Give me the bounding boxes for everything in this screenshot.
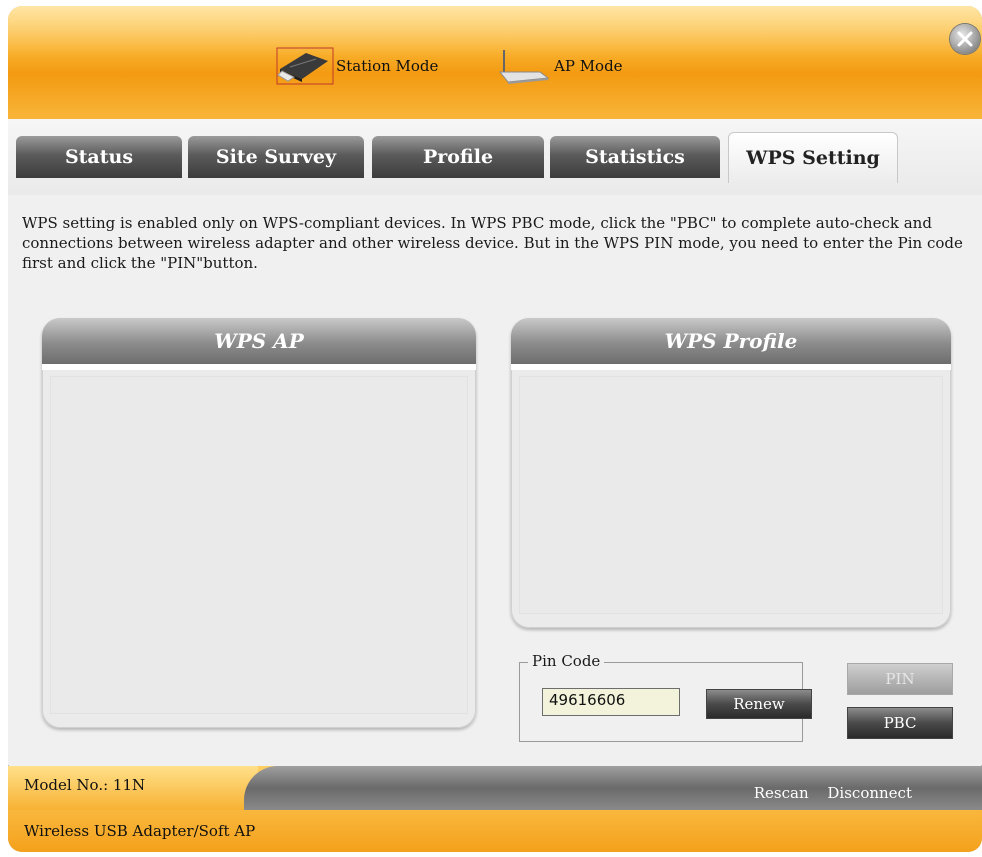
wps-utility-window: Station Mode AP Mode Status Site Survey … [8,6,982,852]
wps-description: WPS setting is enabled only on WPS-compl… [22,214,963,272]
status-footer: Model No.: 11N Rescan Disconnect Wireles… [8,766,982,852]
wps-ap-panel: WPS AP [42,318,476,728]
wps-ap-list[interactable] [50,376,468,714]
wps-profile-panel: WPS Profile [511,318,951,628]
tab-profile[interactable]: Profile [372,136,544,178]
tab-wps-setting[interactable]: WPS Setting [728,132,898,183]
station-mode-button[interactable]: Station Mode [276,47,439,85]
disconnect-link[interactable]: Disconnect [827,784,912,802]
renew-button[interactable]: Renew [706,689,812,719]
pin-code-field[interactable]: 49616606 [542,688,680,716]
tab-site-survey[interactable]: Site Survey [188,136,364,178]
adapter-description: Wireless USB Adapter/Soft AP [24,822,256,840]
pbc-button[interactable]: PBC [847,707,953,739]
wps-setting-page: WPS setting is enabled only on WPS-compl… [8,195,982,765]
rescan-link[interactable]: Rescan [754,784,809,802]
pin-code-label: Pin Code [528,652,605,670]
ap-mode-button[interactable]: AP Mode [494,48,623,84]
close-button[interactable] [950,24,980,54]
usb-adapter-icon [276,47,334,85]
tab-statistics[interactable]: Statistics [550,136,720,178]
wps-profile-title: WPS Profile [511,318,951,370]
tab-status[interactable]: Status [16,136,182,178]
wps-profile-list[interactable] [519,376,943,614]
close-icon [957,31,973,47]
access-point-icon [498,50,550,84]
tab-bar: Status Site Survey Profile Statistics WP… [8,119,982,199]
pin-button[interactable]: PIN [847,663,953,695]
pin-code-group: Pin Code 49616606 Renew [519,652,812,742]
wps-ap-title: WPS AP [42,318,476,370]
station-mode-label: Station Mode [336,57,439,75]
ap-mode-label: AP Mode [554,57,623,75]
footer-actions: Rescan Disconnect [740,784,912,802]
model-number: Model No.: 11N [24,776,146,794]
mode-header: Station Mode AP Mode [8,6,982,119]
